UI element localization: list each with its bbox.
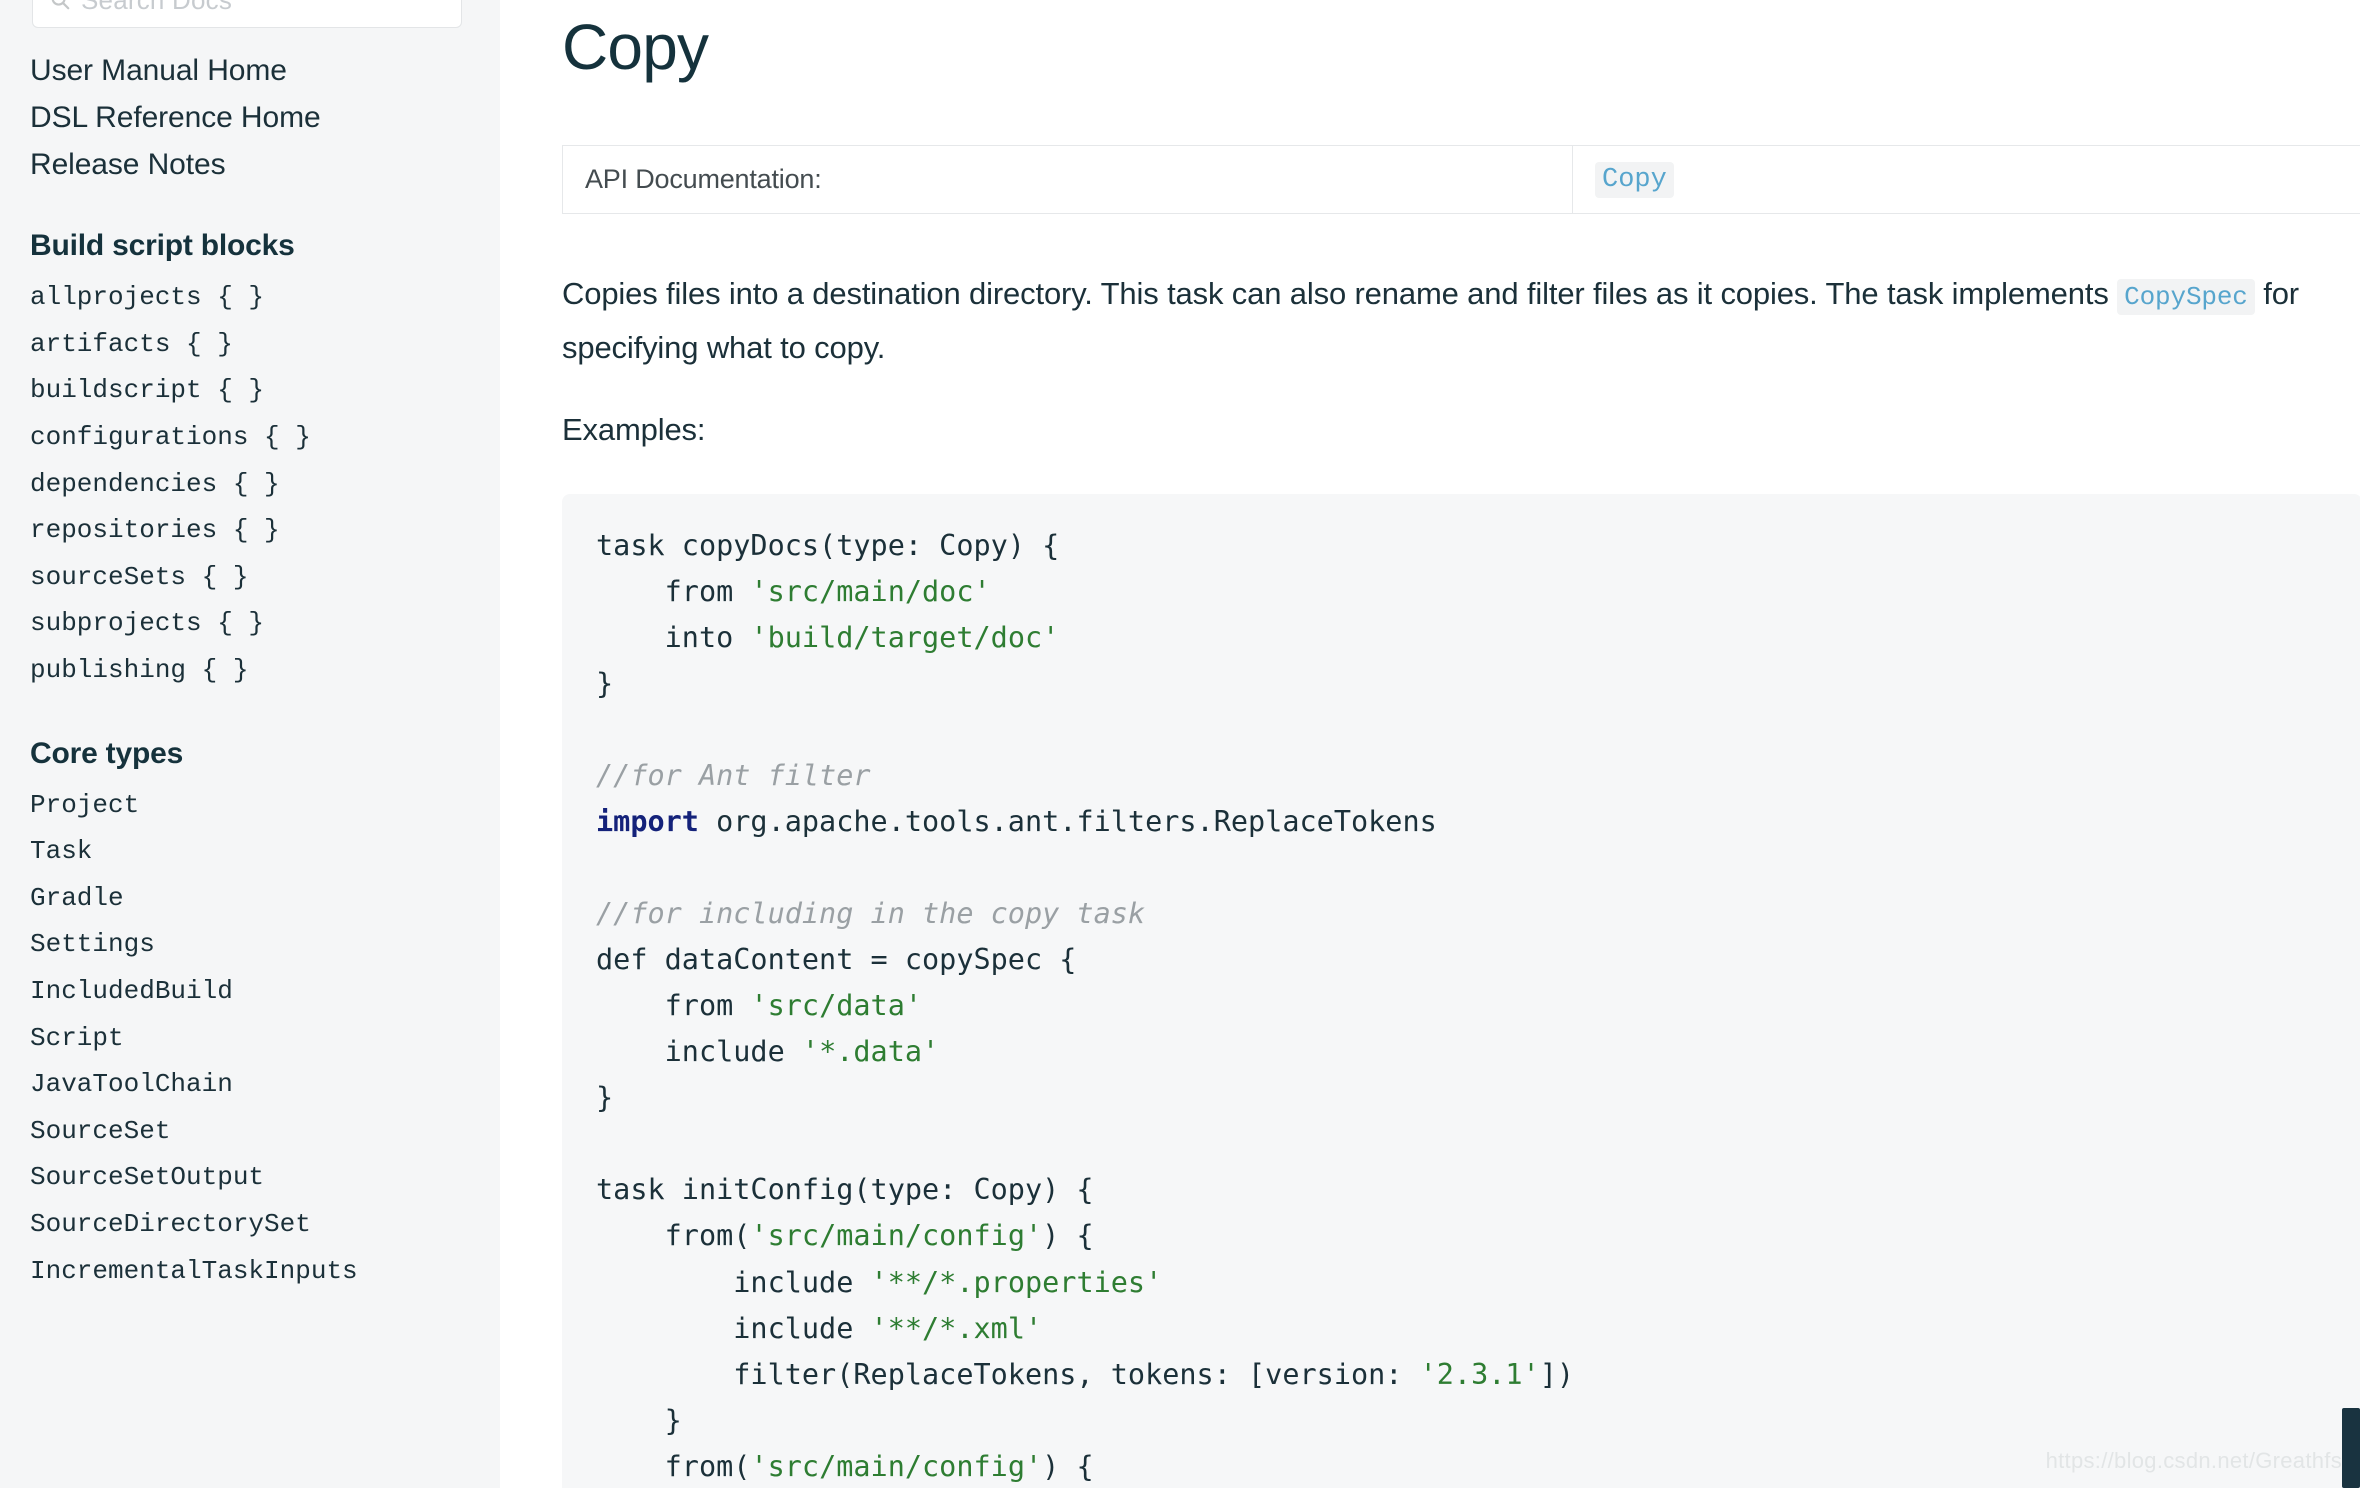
copyspec-link[interactable]: CopySpec [2117, 279, 2255, 316]
description-paragraph: Copies files into a destination director… [562, 267, 2360, 374]
search-input-placeholder[interactable]: Search Docs [81, 0, 232, 16]
sidebar-item-dependencies[interactable]: dependencies { } [30, 466, 500, 513]
api-copy-link[interactable]: Copy [1595, 161, 1674, 198]
sidebar-item-user-manual-home[interactable]: User Manual Home [30, 50, 500, 97]
sidebar-item-script[interactable]: Script [30, 1020, 500, 1067]
sidebar-item-configurations[interactable]: configurations { } [30, 419, 500, 466]
sidebar-top-nav: User Manual Home DSL Reference Home Rele… [30, 50, 500, 191]
main-content: Copy API Documentation: Copy Copies file… [500, 0, 2360, 1488]
sidebar-item-project[interactable]: Project [30, 787, 500, 834]
page-root: Search Docs User Manual Home DSL Referen… [0, 0, 2360, 1488]
sidebar-item-dsl-reference-home[interactable]: DSL Reference Home [30, 97, 500, 144]
description-part1: Copies files into a destination director… [562, 276, 2118, 312]
sidebar-item-includedbuild[interactable]: IncludedBuild [30, 973, 500, 1020]
api-documentation-value: Copy [1572, 145, 2360, 215]
page-scrollbar-thumb[interactable] [2342, 1408, 2360, 1488]
sidebar-item-sourceset[interactable]: SourceSet [30, 1113, 500, 1160]
sidebar-item-sourcedirectoryset[interactable]: SourceDirectorySet [30, 1206, 500, 1253]
code-example-content: task copyDocs(type: Copy) { from 'src/ma… [596, 529, 1575, 1483]
page-scrollbar[interactable] [2342, 0, 2360, 1488]
sidebar: Search Docs User Manual Home DSL Referen… [0, 0, 500, 1488]
search-box[interactable]: Search Docs [32, 0, 462, 28]
sidebar-section-core-types: Core types Project Task Gradle Settings … [30, 737, 500, 1300]
api-documentation-label: API Documentation: [562, 145, 1573, 215]
sidebar-item-release-notes[interactable]: Release Notes [30, 144, 500, 191]
sidebar-section-title: Core types [30, 736, 184, 770]
api-documentation-table: API Documentation: Copy [562, 145, 2360, 215]
page-title: Copy [562, 11, 709, 83]
sidebar-section-build-script-blocks: Build script blocks allprojects { } arti… [30, 229, 500, 698]
sidebar-item-gradle[interactable]: Gradle [30, 880, 500, 927]
sidebar-item-allprojects[interactable]: allprojects { } [30, 279, 500, 326]
sidebar-item-sourcesetoutput[interactable]: SourceSetOutput [30, 1159, 500, 1206]
search-icon [49, 0, 71, 11]
sidebar-item-publishing[interactable]: publishing { } [30, 652, 500, 699]
sidebar-item-sourcesets[interactable]: sourceSets { } [30, 559, 500, 606]
sidebar-section-title: Build script blocks [30, 229, 295, 263]
sidebar-item-javatoolchain[interactable]: JavaToolChain [30, 1066, 500, 1113]
sidebar-item-subprojects[interactable]: subprojects { } [30, 605, 500, 652]
examples-label: Examples: [562, 412, 706, 448]
sidebar-item-incrementaltaskinputs[interactable]: IncrementalTaskInputs [30, 1253, 500, 1300]
code-example-block: task copyDocs(type: Copy) { from 'src/ma… [562, 494, 2360, 1488]
table-row: API Documentation: Copy [562, 145, 2360, 215]
sidebar-item-buildscript[interactable]: buildscript { } [30, 372, 500, 419]
sidebar-item-settings[interactable]: Settings [30, 926, 500, 973]
sidebar-item-artifacts[interactable]: artifacts { } [30, 326, 500, 373]
sidebar-item-repositories[interactable]: repositories { } [30, 512, 500, 559]
sidebar-item-task[interactable]: Task [30, 833, 500, 880]
